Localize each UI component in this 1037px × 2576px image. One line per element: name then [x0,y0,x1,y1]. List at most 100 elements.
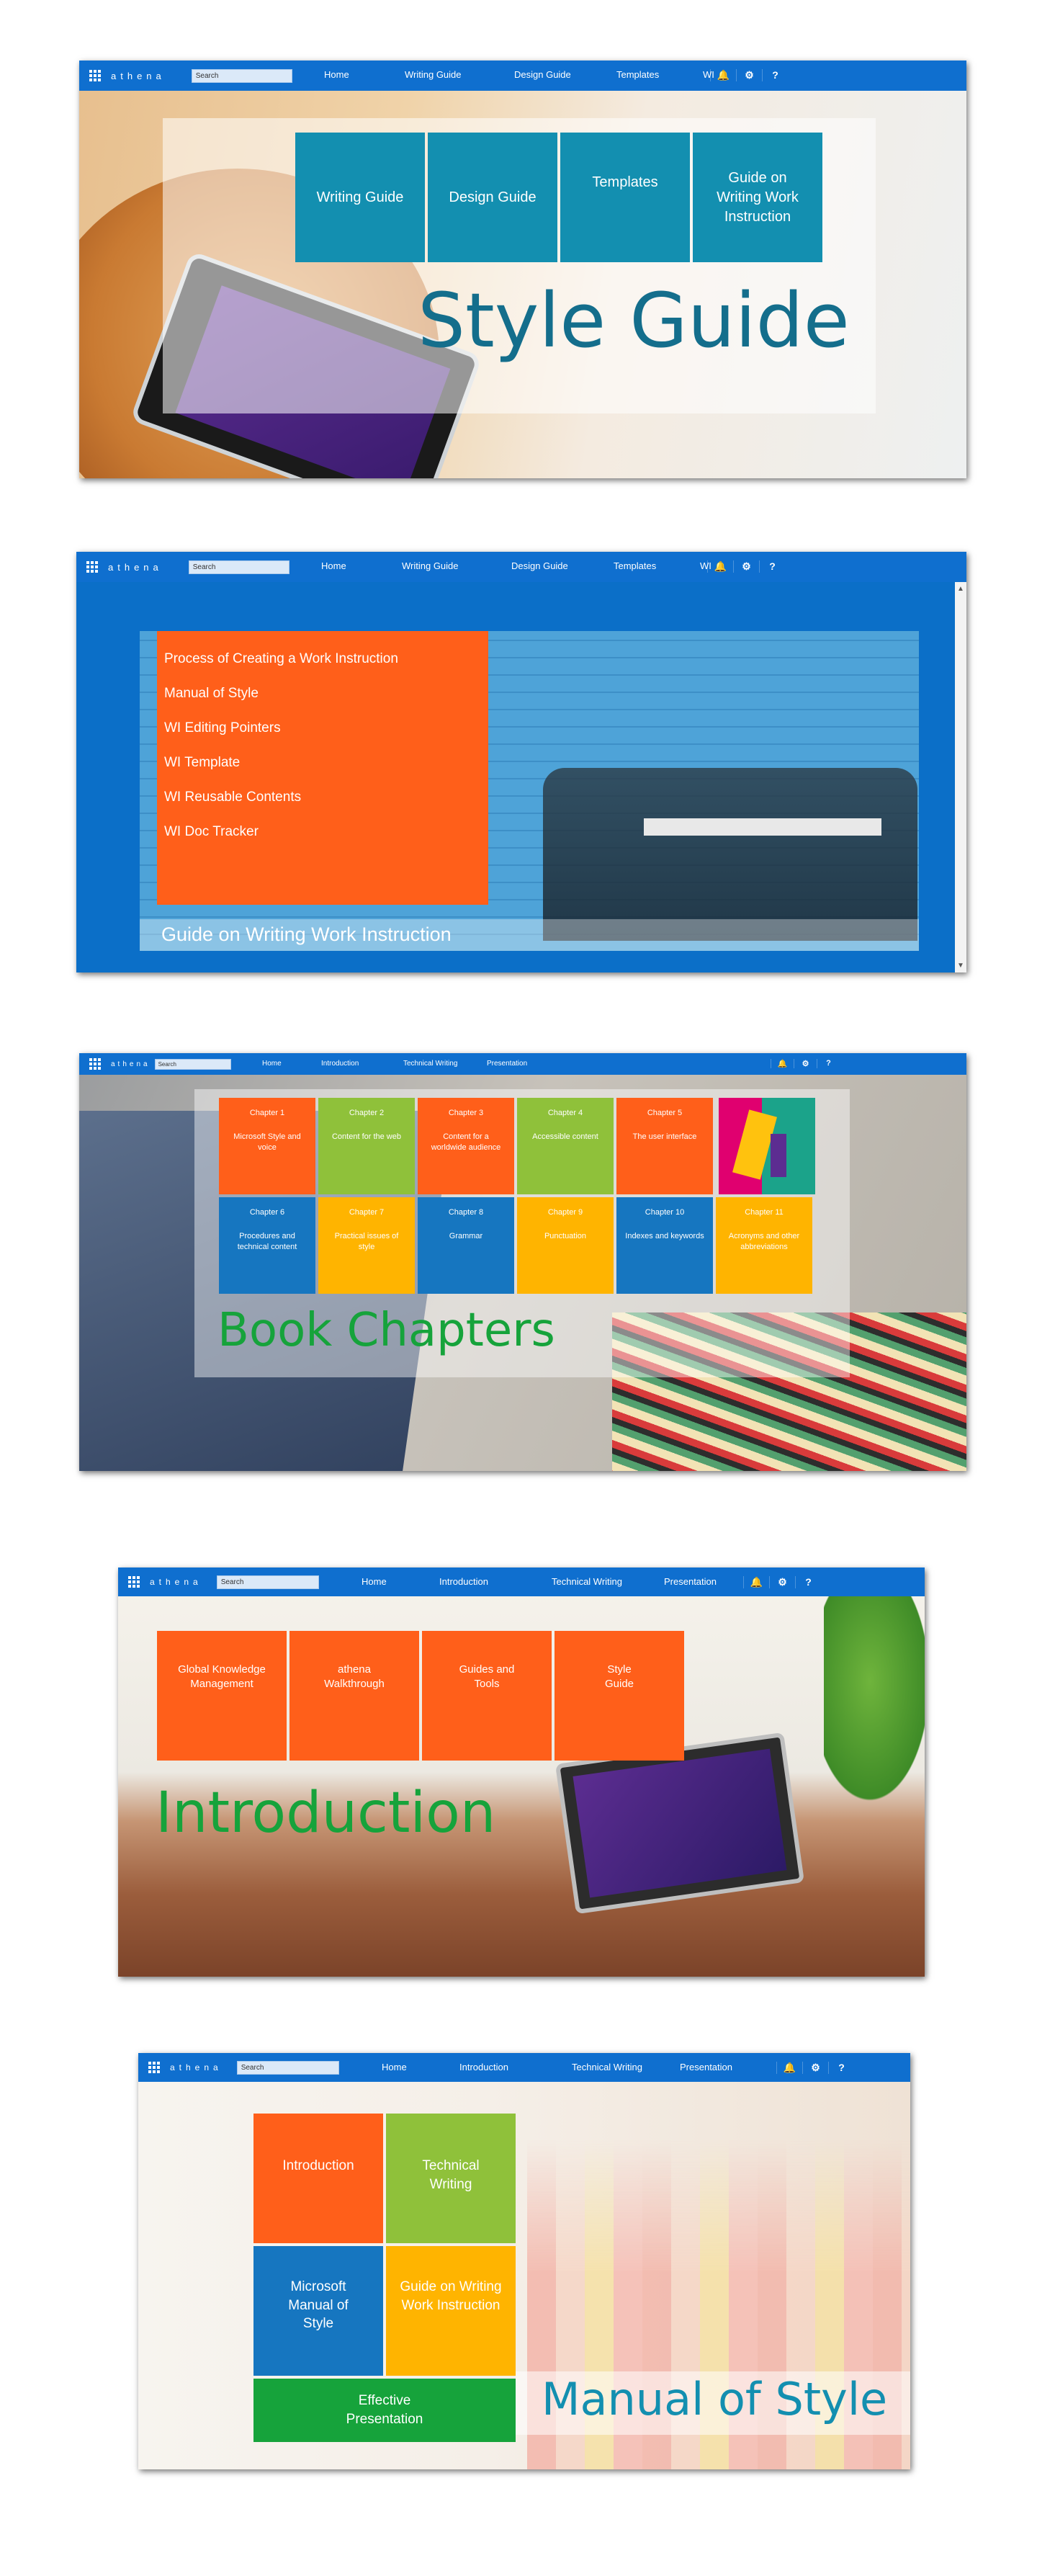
nav-writing-guide[interactable]: Writing Guide [402,560,459,571]
nav-introduction[interactable]: Introduction [321,1060,359,1068]
tile-effective-presentation[interactable]: Effective Presentation [253,2379,516,2442]
help-icon[interactable]: ? [828,2062,854,2074]
nav-presentation[interactable]: Presentation [487,1060,527,1068]
chapter-name: Content for the web [331,1132,401,1141]
bell-icon[interactable]: 🔔 [776,2062,802,2074]
bell-icon[interactable]: 🔔 [771,1059,794,1068]
search-input[interactable]: Search [188,560,289,574]
nav-home[interactable]: Home [324,69,349,80]
chapter-name: Practical issues of style [334,1231,399,1251]
nav-technical-writing[interactable]: Technical Writing [403,1060,457,1068]
gear-icon[interactable]: ⚙ [733,560,759,573]
app-launcher-icon[interactable] [89,70,101,81]
tile-guides-and-tools[interactable]: Guides and Tools [422,1631,552,1761]
nav-templates[interactable]: Templates [616,69,659,80]
app-launcher-icon[interactable] [89,1058,101,1070]
link-manual-of-style[interactable]: Manual of Style [164,686,259,702]
tile-guide-on-writing-work-instruction[interactable]: Guide on Writing Work Instruction [693,133,822,262]
app-launcher-icon[interactable] [128,1576,140,1588]
nav-home[interactable]: Home [382,2062,407,2072]
search-input[interactable]: Search [216,1575,319,1589]
brand-logo: athena [111,1060,151,1068]
tile-writing-guide[interactable]: Writing Guide [295,133,425,262]
chapter-tile[interactable]: Chapter 7 Practical issues of style [318,1197,415,1294]
chapter-name: Accessible content [532,1132,598,1141]
link-process-creating-wi[interactable]: Process of Creating a Work Instruction [164,651,398,667]
help-icon[interactable]: ? [762,69,788,81]
chapter-name: Acronyms and other abbreviations [728,1231,800,1251]
nav-presentation[interactable]: Presentation [680,2062,732,2072]
link-wi-reusable-contents[interactable]: WI Reusable Contents [164,790,301,805]
nav-writing-guide[interactable]: Writing Guide [405,69,462,80]
tile-microsoft-manual-of-style[interactable]: Microsoft Manual of Style [253,2246,383,2376]
tile-style-guide[interactable]: Style Guide [555,1631,684,1761]
chapter-tile[interactable]: Chapter 5 The user interface [616,1098,713,1194]
nav-home[interactable]: Home [362,1576,387,1587]
help-icon[interactable]: ? [795,1576,821,1588]
chapter-number: Chapter 4 [547,1109,583,1117]
search-input[interactable]: Search [236,2060,339,2075]
nav-design-guide[interactable]: Design Guide [511,560,568,571]
chapter-tile[interactable]: Chapter 6 Procedures and technical conten… [219,1197,315,1294]
link-wi-doc-tracker[interactable]: WI Doc Tracker [164,824,259,840]
screen-manual-of-style: athena Search Home Introduction Technica… [138,2053,910,2469]
tile-global-knowledge-management[interactable]: Global Knowledge Management [157,1631,287,1761]
bell-icon[interactable]: 🔔 [743,1576,769,1588]
nav-introduction[interactable]: Introduction [459,2062,508,2072]
scrollbar[interactable]: ▲ ▼ [955,582,966,972]
chapter-tile[interactable]: Chapter 3 Content for a worldwide audienc… [418,1098,514,1194]
nav-templates[interactable]: Templates [614,560,656,571]
chapter-name: Grammar [449,1231,483,1240]
screen-style-guide: athena Search Home Writing Guide Design … [79,61,966,478]
screen-book-chapters: athena Search Home Introduction Technica… [79,1053,966,1471]
screen-work-instruction: athena Search Home Writing Guide Design … [76,552,966,972]
help-icon[interactable]: ? [817,1059,840,1068]
help-icon[interactable]: ? [759,560,785,573]
nav-technical-writing[interactable]: Technical Writing [552,1576,622,1587]
page-title: Style Guide [418,277,850,365]
nav-introduction[interactable]: Introduction [439,1576,488,1587]
bell-icon[interactable]: 🔔 [707,560,733,573]
chapter-tile[interactable]: Chapter 9 Punctuation [517,1197,614,1294]
chapter-decor-tile [719,1098,815,1194]
gear-icon[interactable]: ⚙ [794,1059,817,1068]
chapter-name: Microsoft Style and voice [233,1132,301,1152]
chapter-tile[interactable]: Chapter 1 Microsoft Style and voice [219,1098,315,1194]
nav-home[interactable]: Home [262,1060,282,1068]
tile-introduction[interactable]: Introduction [253,2114,383,2243]
search-input[interactable]: Search [191,68,292,83]
nav-design-guide[interactable]: Design Guide [514,69,571,80]
nav-home[interactable]: Home [321,560,346,571]
tile-athena-walkthrough[interactable]: athena Walkthrough [289,1631,419,1761]
bell-icon[interactable]: 🔔 [710,69,736,81]
link-wi-editing-pointers[interactable]: WI Editing Pointers [164,720,281,736]
chapter-tile[interactable]: Chapter 2 Content for the web [318,1098,415,1194]
top-nav-bar: athena Search Home Writing Guide Design … [79,61,966,91]
chapter-tile[interactable]: Chapter 8 Grammar [418,1197,514,1294]
tile-templates[interactable]: Templates [560,133,690,262]
tile-technical-writing[interactable]: Technical Writing [386,2114,516,2243]
app-launcher-icon[interactable] [148,2062,160,2073]
chapter-number: Chapter 6 [249,1208,285,1217]
chapter-number: Chapter 11 [745,1208,784,1217]
chapter-name: Punctuation [544,1231,587,1240]
chapter-tile[interactable]: Chapter 10 Indexes and keywords [616,1197,713,1294]
top-nav-bar: athena Search Home Introduction Technica… [138,2053,910,2082]
top-nav-bar: athena Search Home Introduction Technica… [118,1567,925,1596]
nav-presentation[interactable]: Presentation [664,1576,717,1587]
gear-icon[interactable]: ⚙ [802,2062,828,2074]
search-input[interactable]: Search [154,1058,231,1070]
tile-design-guide[interactable]: Design Guide [428,133,557,262]
chapter-tile[interactable]: Chapter 4 Accessible content [517,1098,614,1194]
chapter-tile[interactable]: Chapter 11 Acronyms and other abbreviatio… [716,1197,812,1294]
app-launcher-icon[interactable] [86,561,98,573]
tile-guide-on-writing-wi[interactable]: Guide on Writing Work Instruction [386,2246,516,2376]
page-title: Book Chapters [217,1304,555,1357]
chapter-number: Chapter 1 [249,1109,285,1117]
nav-technical-writing[interactable]: Technical Writing [572,2062,642,2072]
gear-icon[interactable]: ⚙ [736,69,762,81]
background-plant [824,1589,925,1820]
gear-icon[interactable]: ⚙ [769,1576,795,1588]
chapter-number: Chapter 9 [547,1208,583,1217]
link-wi-template[interactable]: WI Template [164,755,240,771]
